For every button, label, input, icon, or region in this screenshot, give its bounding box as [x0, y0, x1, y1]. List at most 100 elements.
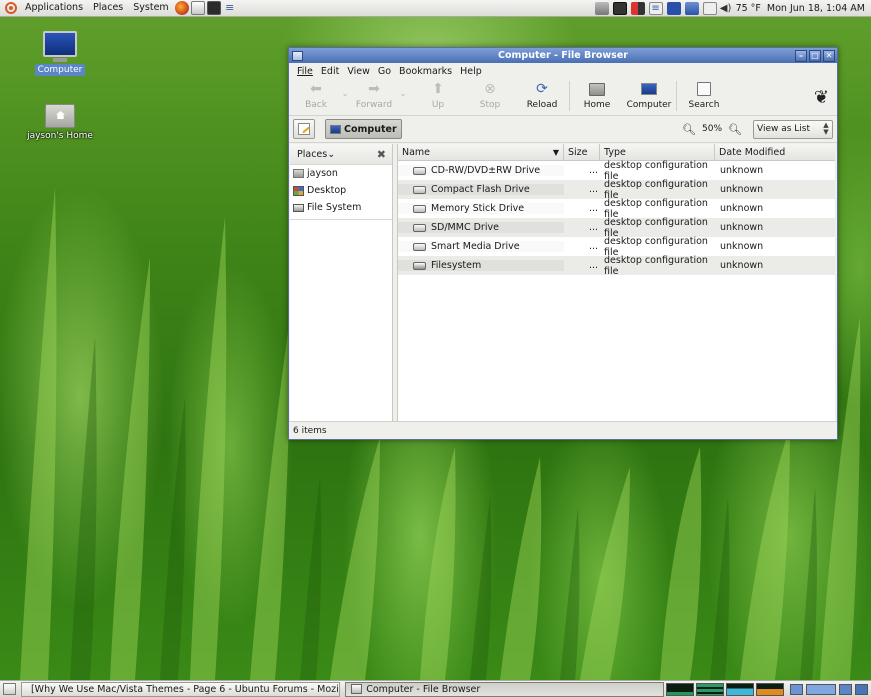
- reload-button[interactable]: ⟳ Reload: [519, 81, 565, 110]
- ubuntu-logo-icon[interactable]: [5, 2, 17, 14]
- sidebar-item-desktop[interactable]: Desktop: [290, 182, 392, 199]
- sidebar-item-jayson[interactable]: jayson: [290, 165, 392, 182]
- file-name: Smart Media Drive: [431, 241, 520, 252]
- window-titlebar[interactable]: Computer - File Browser – □ ✕: [289, 48, 837, 63]
- desktop-icon-computer[interactable]: Computer: [20, 31, 100, 76]
- forward-button[interactable]: ➡ Forward: [351, 81, 397, 110]
- close-button[interactable]: ✕: [823, 49, 835, 62]
- sort-descending-icon: ▼: [552, 147, 559, 157]
- workspace-switcher-3[interactable]: [839, 683, 853, 695]
- file-row[interactable]: Memory Stick Drive ... desktop configura…: [398, 198, 835, 220]
- menu-help[interactable]: Help: [456, 66, 486, 77]
- firefox-launcher-icon[interactable]: [174, 1, 189, 15]
- clock[interactable]: Mon Jun 18, 1:04 AM: [764, 3, 871, 14]
- cpu-monitor-graph[interactable]: [666, 682, 695, 696]
- menu-edit[interactable]: Edit: [317, 66, 343, 77]
- shutdown-tray-icon[interactable]: [630, 1, 645, 15]
- file-row[interactable]: Filesystem ... desktop configuration fil…: [398, 254, 835, 277]
- up-button[interactable]: ⬆ Up: [415, 81, 461, 110]
- menu-view[interactable]: View: [343, 66, 374, 77]
- taskbar-item-firefox[interactable]: [Why We Use Mac/Vista Themes - Page 6 - …: [20, 681, 341, 697]
- file-name: Compact Flash Drive: [431, 184, 530, 195]
- list-tray-icon[interactable]: ≡: [648, 1, 663, 15]
- file-size: ...: [588, 203, 598, 214]
- bluetooth-tray-icon[interactable]: [666, 1, 681, 15]
- notification-tray-icon[interactable]: [702, 1, 717, 15]
- sidebar-mode-dropdown[interactable]: Places⌄: [297, 149, 335, 160]
- zoom-out-icon[interactable]: 🔍︎: [682, 123, 696, 136]
- zoom-in-icon[interactable]: 🔍︎: [728, 123, 742, 136]
- workspace-switcher-1[interactable]: [790, 683, 804, 695]
- menu-file[interactable]: File: [293, 66, 317, 77]
- computer-icon: [43, 31, 77, 62]
- home-icon-wrap: [588, 81, 606, 97]
- menubar: File Edit View Go Bookmarks Help: [289, 63, 837, 79]
- path-button-computer[interactable]: Computer: [325, 119, 402, 139]
- sidebar-close-icon[interactable]: ✖: [377, 148, 386, 161]
- taskbar-item-label: [Why We Use Mac/Vista Themes - Page 6 - …: [30, 683, 341, 695]
- view-mode-select[interactable]: View as List ▲ ▼: [753, 119, 833, 139]
- location-toggle-button[interactable]: [293, 119, 315, 139]
- monitor-tray-icon[interactable]: [612, 1, 627, 15]
- taskbar-item-label: Computer - File Browser: [366, 683, 481, 695]
- system-menu[interactable]: System: [128, 0, 173, 17]
- terminal-launcher-icon[interactable]: [206, 1, 221, 15]
- file-size: ...: [588, 184, 598, 195]
- back-label: Back: [305, 100, 327, 110]
- show-desktop-icon[interactable]: [3, 683, 16, 695]
- load-monitor-graph[interactable]: [756, 682, 785, 696]
- toolbar: ⬅ Back ⌄ ➡ Forward ⌄ ⬆ Up ⊗ Stop ⟳ Reloa…: [289, 79, 837, 116]
- up-label: Up: [431, 100, 445, 110]
- column-header-size[interactable]: Size: [564, 144, 600, 160]
- back-button[interactable]: ⬅ Back: [293, 81, 339, 110]
- places-menu[interactable]: Places: [88, 0, 128, 17]
- computer-icon: [330, 124, 341, 134]
- menu-bookmarks[interactable]: Bookmarks: [395, 66, 456, 77]
- workspace-switcher-2[interactable]: [806, 683, 837, 695]
- stop-label: Stop: [479, 100, 501, 110]
- file-name: Memory Stick Drive: [431, 203, 525, 214]
- file-row[interactable]: Smart Media Drive ... desktop configurat…: [398, 236, 835, 258]
- sidebar-header: Places⌄ ✖: [290, 144, 392, 165]
- forward-label: Forward: [355, 100, 393, 110]
- search-icon-wrap: [695, 81, 713, 97]
- window-menu-icon[interactable]: [292, 50, 303, 61]
- minimize-button[interactable]: –: [795, 49, 807, 62]
- back-history-dropdown[interactable]: ⌄: [339, 81, 351, 98]
- file-name-cell: Filesystem: [398, 260, 564, 271]
- workspace-switcher-4[interactable]: [855, 683, 868, 695]
- zoom-controls: 🔍︎ 50% 🔍︎ View as List ▲ ▼: [679, 119, 833, 139]
- file-row[interactable]: SD/MMC Drive ... desktop configuration f…: [398, 217, 835, 239]
- desktop-icon-home[interactable]: jayson's Home: [20, 102, 100, 142]
- column-header-type[interactable]: Type: [600, 144, 715, 160]
- connection-tray-icon[interactable]: [684, 1, 699, 15]
- volume-icon[interactable]: ◀︎): [719, 2, 733, 15]
- file-type: desktop configuration file: [604, 254, 708, 277]
- forward-history-dropdown[interactable]: ⌄: [397, 81, 409, 98]
- file-row[interactable]: Compact Flash Drive ... desktop configur…: [398, 179, 835, 201]
- search-label: Search: [688, 100, 720, 110]
- file-row[interactable]: CD-RW/DVD±RW Drive ... desktop configura…: [398, 160, 835, 182]
- search-button[interactable]: Search: [681, 81, 727, 110]
- applications-menu[interactable]: Applications: [20, 0, 88, 17]
- notes-launcher-icon[interactable]: ≡: [223, 1, 237, 15]
- computer-button[interactable]: Computer: [626, 81, 672, 110]
- zoom-level[interactable]: 50%: [702, 124, 722, 134]
- network-tray-icon[interactable]: [594, 1, 609, 15]
- mail-launcher-icon[interactable]: [190, 1, 205, 15]
- maximize-button[interactable]: □: [809, 49, 821, 62]
- taskbar-item-file-browser[interactable]: Computer - File Browser: [345, 681, 665, 697]
- menu-go[interactable]: Go: [374, 66, 395, 77]
- content-area: Places⌄ ✖ jayson Desktop File System Nam…: [289, 144, 837, 422]
- home-button[interactable]: Home: [574, 81, 620, 110]
- location-bar: Computer 🔍︎ 50% 🔍︎ View as List ▲ ▼: [289, 116, 837, 143]
- memory-monitor-graph[interactable]: [696, 682, 725, 696]
- file-date: unknown: [720, 260, 764, 271]
- column-header-date[interactable]: Date Modified: [715, 144, 835, 160]
- weather-readout[interactable]: 75 °F: [733, 3, 764, 14]
- filesystem-drive-icon: [413, 261, 426, 270]
- sidebar-item-file-system[interactable]: File System: [290, 199, 392, 216]
- stop-button[interactable]: ⊗ Stop: [467, 81, 513, 110]
- network-monitor-graph[interactable]: [726, 682, 755, 696]
- column-header-name[interactable]: Name ▼: [398, 144, 564, 160]
